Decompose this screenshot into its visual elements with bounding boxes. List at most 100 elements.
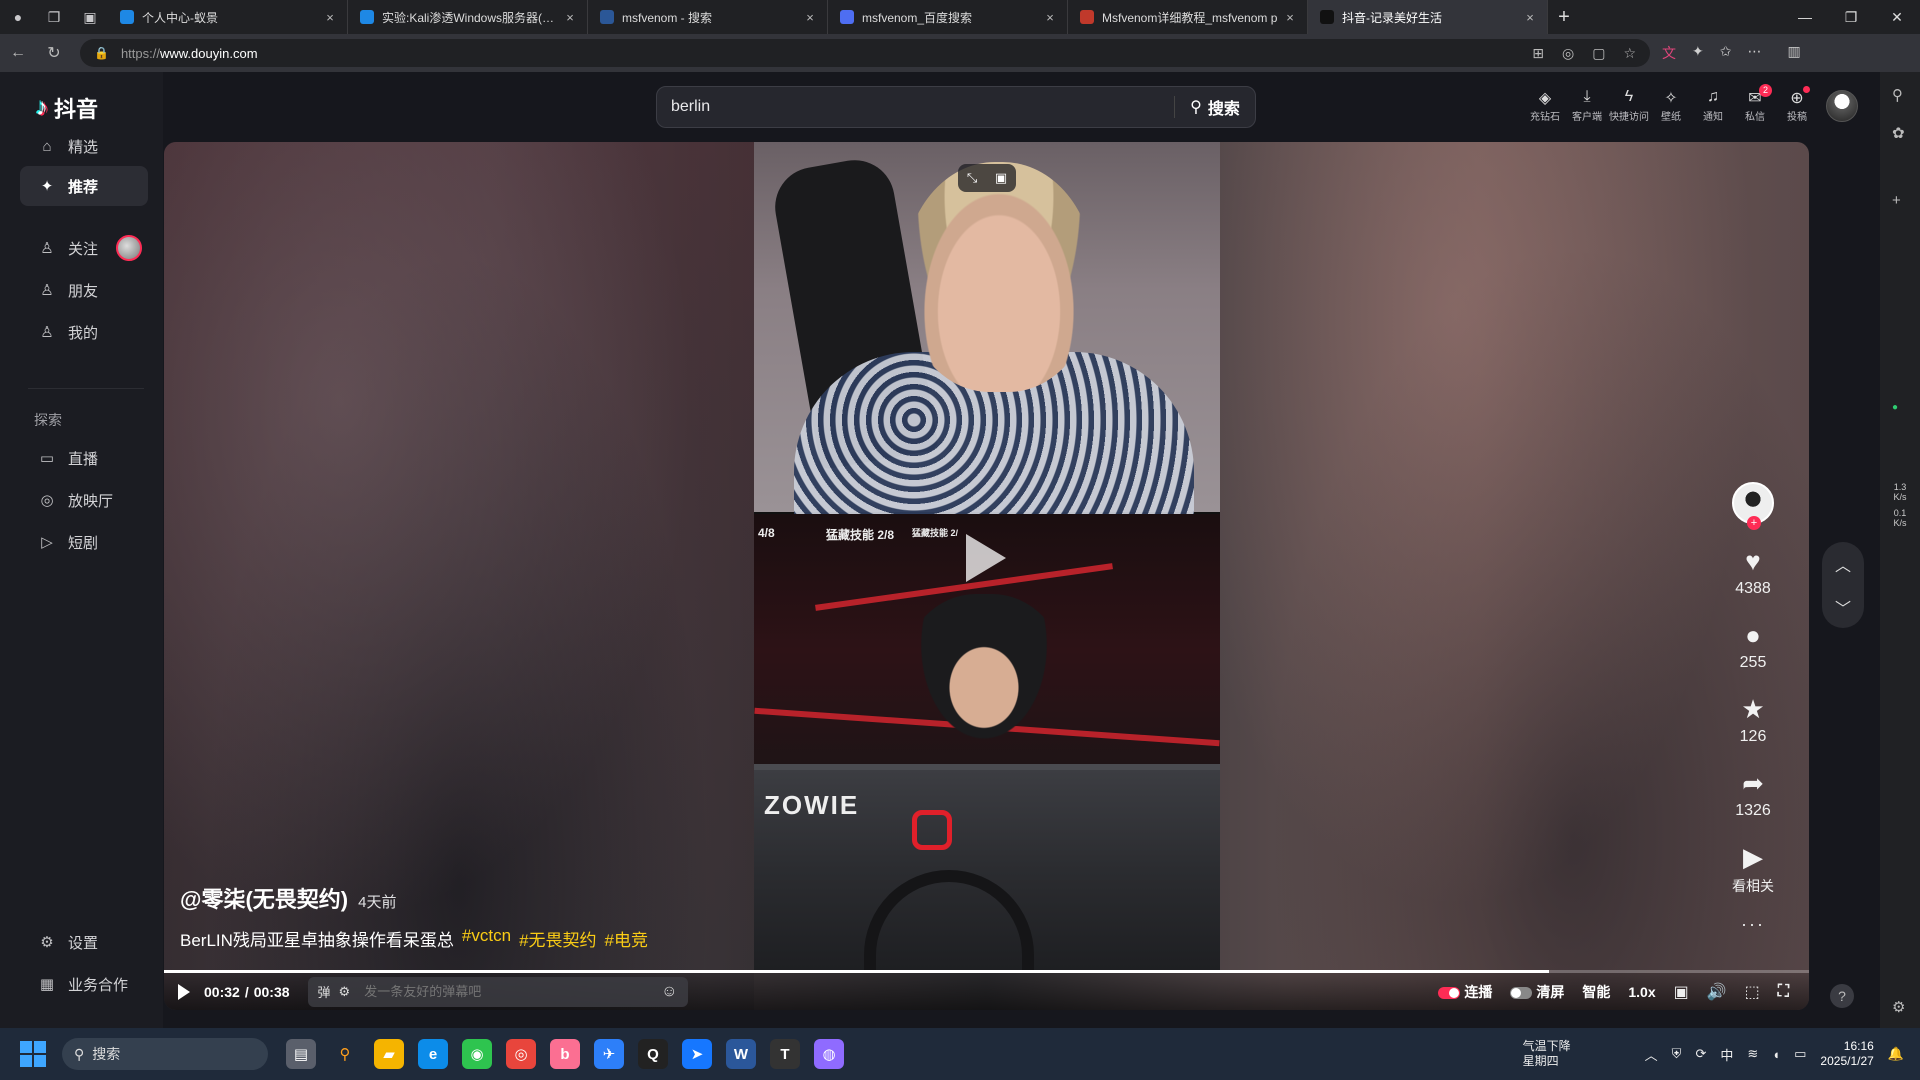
refresh-button[interactable]: ↻ [36,43,72,63]
back-button[interactable]: ← [0,44,36,62]
search-input[interactable] [657,98,1174,116]
author-name[interactable]: @零柒(无畏契约) [180,882,348,914]
battery-icon[interactable]: ▭ [1794,1046,1806,1062]
browser-tab[interactable]: msfvenom - 搜索 × [588,0,828,34]
menu-icon[interactable]: ⋯ [1747,43,1761,63]
copilot-icon[interactable]: ✿ [1892,124,1905,142]
sidebar-toggle-icon[interactable]: ▥ [1787,43,1800,63]
workspaces-icon[interactable]: ❐ [41,4,67,30]
bilibili-icon[interactable]: b [550,1039,580,1069]
favorites-icon[interactable]: ✩ [1720,43,1732,63]
speed-button[interactable]: 1.0x [1628,984,1655,1000]
apps-icon[interactable]: ⊞ [1532,45,1544,62]
start-button[interactable] [20,1041,46,1067]
tab-close-icon[interactable]: × [1523,10,1537,25]
translate-icon[interactable]: 文 [1662,43,1676,63]
autoplay-toggle[interactable]: 连播 [1438,982,1492,1002]
fullscreen-icon[interactable]: ⛶ [1778,983,1789,1001]
typora-icon[interactable]: T [770,1039,800,1069]
favorite-star-icon[interactable]: ☆ [1623,45,1636,62]
favorite-button[interactable]: ★ 126 [1740,694,1767,746]
sidebar-item-featured[interactable]: ⌂ 精选 [20,126,148,166]
comment-button[interactable]: ● 255 [1740,620,1767,672]
clock[interactable]: 16:16 2025/1/27 [1820,1039,1873,1069]
lock-icon[interactable]: 🔒 [94,46,109,60]
play-button[interactable] [178,983,190,1000]
sidebar-item-mine[interactable]: ♙ 我的 [20,312,148,352]
volume-icon[interactable]: ◖ [1772,1047,1780,1062]
sidebar-item-cinema[interactable]: ◎ 放映厅 [20,480,148,520]
close-window-button[interactable]: ✕ [1874,9,1920,26]
share-button[interactable]: ➦ 1326 [1735,768,1771,820]
video-frame[interactable]: 4/8 猛藏技能 2/8 猛藏技能 2/ ZOWIE ⤡ ▣ [754,142,1220,970]
ime-indicator[interactable]: 中 [1720,1045,1733,1064]
address-bar[interactable]: 🔒 https:// www.douyin.com ⊞ ◎ ▢ ☆ [80,39,1650,67]
search-button[interactable]: ⚲ 搜索 [1175,95,1255,119]
tab-close-icon[interactable]: × [1283,10,1297,25]
tab-close-icon[interactable]: × [563,10,577,25]
sidebar-item-recommend[interactable]: ✦ 推荐 [20,166,148,206]
browser-tab[interactable]: 实验:Kali渗透Windows服务器(蚁景 × [348,0,588,34]
task-view-icon[interactable]: ▤ [286,1039,316,1069]
tab-close-icon[interactable]: × [1043,10,1057,25]
play-overlay-icon[interactable] [966,534,1006,582]
minimize-button[interactable]: — [1782,9,1828,26]
tool-messages[interactable]: ✉ 2 私信 [1734,84,1776,123]
tool-diamond[interactable]: ◈ 充钻石 [1524,88,1566,123]
follow-plus-icon[interactable]: + [1747,516,1761,530]
restore-button[interactable]: ❐ [1828,9,1874,26]
search-app-icon[interactable]: ⚲ [330,1039,360,1069]
tab-close-icon[interactable]: × [803,10,817,25]
clear-screen-toggle[interactable]: 清屏 [1510,982,1564,1002]
extensions-icon[interactable]: ✦ [1692,43,1704,63]
browser-tab[interactable]: msfvenom_百度搜索 × [828,0,1068,34]
danmu-input[interactable] [358,984,654,999]
web-fullscreen-icon[interactable]: ⬚ [1745,982,1760,1002]
qq-icon[interactable]: Q [638,1039,668,1069]
sync-icon[interactable]: ⟳ [1695,1046,1706,1062]
defender-icon[interactable]: ⛨ [1672,1046,1682,1062]
panel-settings-icon[interactable]: ⚙ [1892,998,1905,1016]
quality-button[interactable]: 智能 [1582,982,1610,1002]
tool-wallpaper[interactable]: ✧ 壁纸 [1650,88,1692,123]
pip-icon[interactable]: ▣ [995,170,1007,186]
video-player[interactable]: 4/8 猛藏技能 2/8 猛藏技能 2/ ZOWIE ⤡ ▣ @零柒(无畏契约)… [164,142,1809,1010]
sidebar-item-settings[interactable]: ⚙ 设置 [20,922,148,962]
browser-tab[interactable]: Msfvenom详细教程_msfvenom p × [1068,0,1308,34]
browser-tab[interactable]: 个人中心-蚁景 × [108,0,348,34]
edge-extension-icon[interactable]: ◎ [1562,45,1574,62]
shrink-icon[interactable]: ⤡ [967,170,977,186]
emoji-icon[interactable]: ☺ [661,983,677,1001]
danmu-settings-icon[interactable]: ⚙ [339,984,351,1000]
notification-bell-icon[interactable]: 🔔 [1888,1046,1904,1062]
related-button[interactable]: ▶ 看相关 [1732,842,1774,896]
sidebar-item-live[interactable]: ▭ 直播 [20,438,148,478]
volume-icon[interactable]: 🔊 [1707,982,1727,1002]
tool-client[interactable]: ⤓ 客户端 [1566,88,1608,123]
add-panel-icon[interactable]: + [1892,192,1901,209]
author-avatar[interactable]: + [1732,482,1774,530]
weather-widget[interactable]: 气温下降 星期四 [1523,1039,1571,1069]
tab-close-icon[interactable]: × [323,10,337,25]
search-icon[interactable]: ⚲ [1892,86,1903,104]
app-icon[interactable]: ◍ [814,1039,844,1069]
edge-browser-icon[interactable]: e [418,1039,448,1069]
wechat-icon[interactable]: ◉ [462,1039,492,1069]
tool-notifications[interactable]: ♫ 通知 [1692,88,1734,123]
word-icon[interactable]: W [726,1039,756,1069]
chevron-up-icon[interactable]: ︿ [1645,1045,1658,1064]
sidebar-item-friends[interactable]: ♙ 朋友 [20,270,148,310]
feishu-icon[interactable]: ✈ [594,1039,624,1069]
sidebar-item-follow[interactable]: ♙ 关注 [20,228,148,268]
sidebar-item-business[interactable]: ▦ 业务合作 [20,964,148,1004]
chrome-icon[interactable]: ◎ [506,1039,536,1069]
immersive-reader-icon[interactable]: ▢ [1592,45,1605,62]
hashtag[interactable]: #电竞 [605,926,648,951]
danmu-toggle-icon[interactable]: 弹 [318,982,331,1001]
pip-mode-icon[interactable]: ▣ [1674,982,1689,1002]
wifi-icon[interactable]: ≋ [1747,1046,1758,1062]
dingtalk-icon[interactable]: ➤ [682,1039,712,1069]
user-avatar[interactable] [1826,90,1858,122]
file-explorer-icon[interactable]: ▰ [374,1039,404,1069]
profile-icon[interactable]: ● [5,4,31,30]
